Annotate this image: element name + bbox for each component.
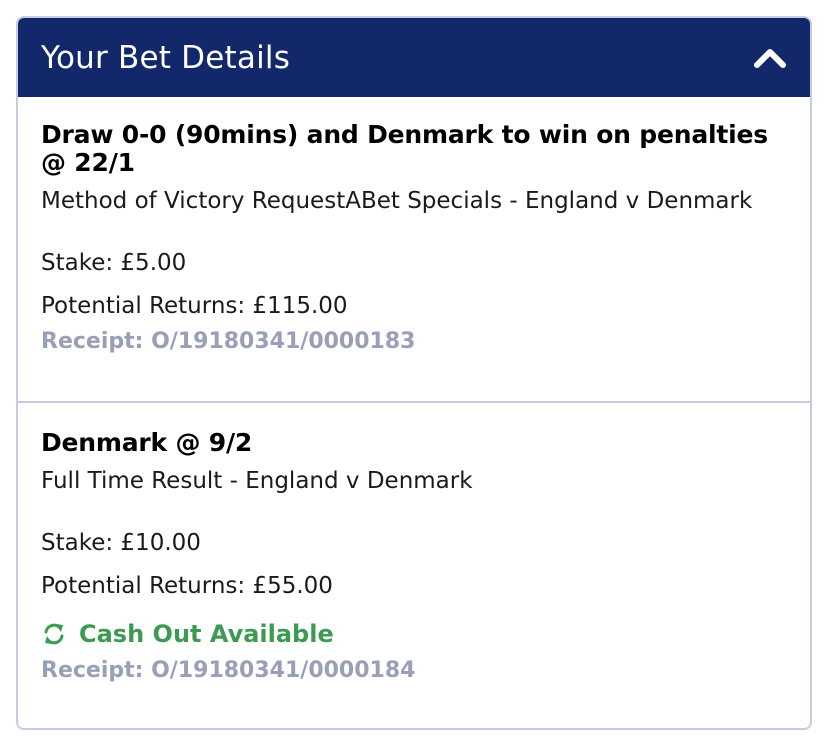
- bet-details-panel: Your Bet Details Draw 0-0 (90mins) and D…: [16, 16, 812, 730]
- bet-potential-returns: Potential Returns: £115.00: [41, 293, 348, 319]
- bet-selection: Draw 0-0 (90mins) and Denmark to win on …: [41, 120, 768, 177]
- cash-out-available[interactable]: Cash Out Available: [41, 619, 787, 649]
- bet-market: Full Time Result - England v Denmark: [41, 468, 473, 494]
- bet-item: Denmark @ 9/2 Full Time Result - England…: [18, 403, 810, 728]
- refresh-icon: [41, 621, 67, 647]
- bet-details-title: Your Bet Details: [41, 39, 291, 76]
- bet-market: Method of Victory RequestABet Specials -…: [41, 188, 753, 214]
- bet-potential-returns: Potential Returns: £55.00: [41, 573, 333, 599]
- chevron-up-icon[interactable]: [752, 40, 788, 76]
- bet-item: Draw 0-0 (90mins) and Denmark to win on …: [18, 97, 810, 403]
- bet-receipt: Receipt: O/19180341/0000183: [41, 329, 416, 354]
- bet-selection: Denmark @ 9/2: [41, 428, 253, 457]
- bet-stake: Stake: £5.00: [41, 250, 187, 276]
- cash-out-label: Cash Out Available: [79, 620, 334, 648]
- bet-details-header[interactable]: Your Bet Details: [18, 18, 810, 97]
- bet-receipt: Receipt: O/19180341/0000184: [41, 658, 416, 683]
- bet-stake: Stake: £10.00: [41, 530, 201, 556]
